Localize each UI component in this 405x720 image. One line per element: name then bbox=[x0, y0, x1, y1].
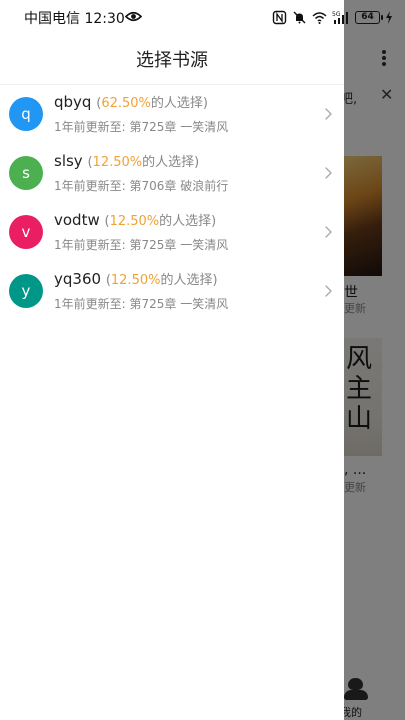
carrier-time: 中国电信 12:30 bbox=[24, 11, 125, 27]
source-update-prefix: 1年前更新至: bbox=[54, 179, 126, 193]
wifi-icon bbox=[312, 11, 327, 24]
source-item[interactable]: y yq360 (12.50%的人选择) 1年前更新至: 第725章 一笑清风 bbox=[0, 261, 344, 320]
network-type: 5G bbox=[332, 11, 341, 18]
source-update-info: 1年前更新至: 第725章 一笑清风 bbox=[54, 118, 228, 135]
source-name-line: vodtw (12.50%的人选择) bbox=[54, 210, 216, 229]
source-choose-rate: (12.50%的人选择) bbox=[105, 273, 218, 288]
source-choose-rate: (12.50%的人选择) bbox=[104, 214, 217, 229]
source-update-prefix: 1年前更新至: bbox=[54, 297, 126, 311]
source-choose-suffix: 的人选择) bbox=[142, 155, 200, 170]
source-choose-rate: (12.50%的人选择) bbox=[87, 155, 200, 170]
status-icons: 5G 64 bbox=[272, 9, 393, 25]
source-percent: 12.50% bbox=[109, 214, 160, 229]
source-avatar: v bbox=[9, 215, 43, 249]
source-name: slsy bbox=[54, 152, 83, 170]
source-name: vodtw bbox=[54, 211, 100, 229]
source-latest-chapter: 第706章 破浪前行 bbox=[129, 179, 229, 193]
source-latest-chapter: 第725章 一笑清风 bbox=[129, 297, 229, 311]
source-item[interactable]: s slsy (12.50%的人选择) 1年前更新至: 第706章 破浪前行 bbox=[0, 143, 344, 202]
source-choose-suffix: 的人选择) bbox=[150, 96, 208, 111]
chevron-right-icon bbox=[325, 285, 332, 297]
drawer-scrim[interactable] bbox=[344, 0, 405, 720]
nfc-icon bbox=[272, 10, 287, 24]
battery-level: 64 bbox=[361, 11, 374, 22]
mute-bell-icon bbox=[293, 11, 306, 23]
source-list: q qbyq (62.50%的人选择) 1年前更新至: 第725章 一笑清风 s… bbox=[0, 84, 344, 320]
chevron-right-icon bbox=[325, 226, 332, 238]
source-name-line: slsy (12.50%的人选择) bbox=[54, 151, 199, 170]
battery-icon: 64 bbox=[355, 10, 383, 24]
source-percent: 12.50% bbox=[110, 273, 161, 288]
source-item[interactable]: v vodtw (12.50%的人选择) 1年前更新至: 第725章 一笑清风 bbox=[0, 202, 344, 261]
source-percent: 62.50% bbox=[101, 96, 151, 111]
source-choose-suffix: 的人选择) bbox=[159, 214, 217, 229]
source-latest-chapter: 第725章 一笑清风 bbox=[129, 120, 229, 134]
source-name-line: yq360 (12.50%的人选择) bbox=[54, 269, 218, 288]
source-avatar: q bbox=[9, 97, 43, 131]
source-update-info: 1年前更新至: 第725章 一笑清风 bbox=[54, 295, 228, 312]
source-choose-rate: (62.50%的人选择) bbox=[96, 96, 208, 111]
status-bar: 中国电信 12:30 5G 64 bbox=[0, 0, 405, 34]
chevron-right-icon bbox=[325, 108, 332, 120]
drawer-title: 选择书源 bbox=[136, 50, 208, 71]
source-name: yq360 bbox=[54, 270, 102, 288]
source-choose-suffix: 的人选择) bbox=[160, 273, 218, 288]
source-update-info: 1年前更新至: 第725章 一笑清风 bbox=[54, 236, 228, 253]
source-avatar: s bbox=[9, 156, 43, 190]
source-avatar: y bbox=[9, 274, 43, 308]
charging-icon bbox=[386, 10, 392, 24]
source-drawer: 选择书源 q qbyq (62.50%的人选择) 1年前更新至: 第725章 一… bbox=[0, 0, 344, 720]
source-update-prefix: 1年前更新至: bbox=[54, 120, 126, 134]
source-latest-chapter: 第725章 一笑清风 bbox=[129, 238, 229, 252]
source-update-info: 1年前更新至: 第706章 破浪前行 bbox=[54, 177, 228, 194]
chevron-right-icon bbox=[325, 167, 332, 179]
source-item[interactable]: q qbyq (62.50%的人选择) 1年前更新至: 第725章 一笑清风 bbox=[0, 84, 344, 143]
source-percent: 12.50% bbox=[92, 155, 143, 170]
eye-icon bbox=[125, 11, 142, 22]
source-update-prefix: 1年前更新至: bbox=[54, 238, 126, 252]
source-name: qbyq bbox=[54, 93, 92, 111]
signal-icon: 5G bbox=[332, 11, 348, 24]
source-name-line: qbyq (62.50%的人选择) bbox=[54, 92, 208, 111]
